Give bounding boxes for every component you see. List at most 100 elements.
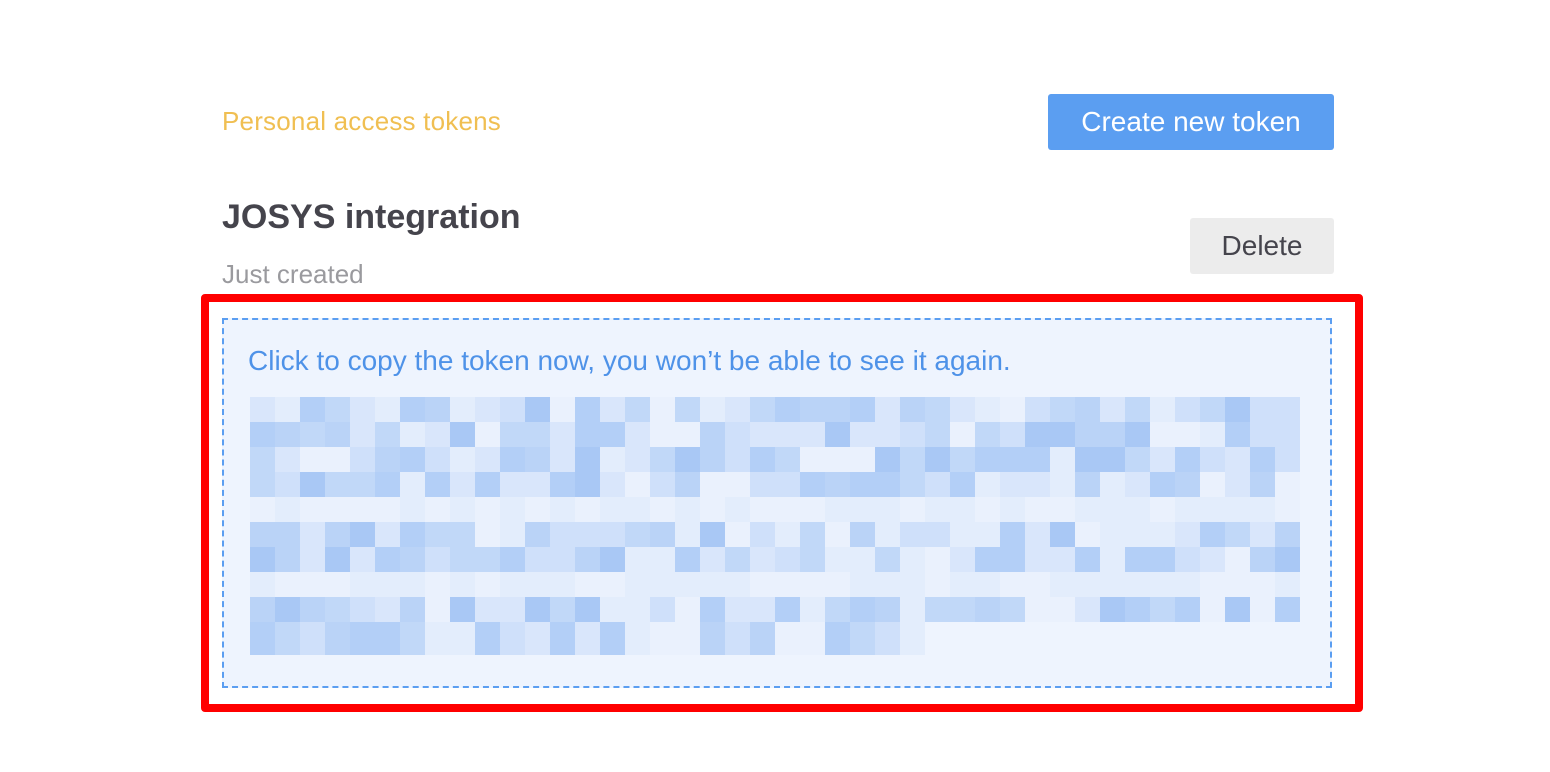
redacted-pixel xyxy=(475,497,500,522)
redacted-pixel xyxy=(1275,497,1300,522)
redacted-pixel xyxy=(1175,497,1200,522)
redacted-pixel xyxy=(350,622,375,655)
redacted-pixel xyxy=(950,497,975,522)
redacted-pixel xyxy=(1125,447,1150,472)
redacted-pixel xyxy=(575,522,600,547)
redacted-pixel xyxy=(425,522,450,547)
redacted-pixel xyxy=(1200,447,1225,472)
redacted-pixel xyxy=(1075,397,1100,422)
redacted-pixel xyxy=(900,447,925,472)
redacted-pixel xyxy=(400,622,425,655)
redacted-pixel xyxy=(825,497,850,522)
redacted-pixel xyxy=(1175,447,1200,472)
redacted-pixel xyxy=(400,472,425,497)
redacted-pixel xyxy=(325,422,350,447)
redacted-pixel xyxy=(850,572,875,597)
redacted-pixel xyxy=(325,447,350,472)
redacted-pixel xyxy=(650,472,675,497)
redacted-pixel xyxy=(375,597,400,622)
redacted-pixel xyxy=(800,572,825,597)
redacted-pixel xyxy=(975,472,1000,497)
redacted-pixel xyxy=(875,397,900,422)
redacted-pixel xyxy=(350,422,375,447)
redacted-pixel xyxy=(1050,397,1075,422)
redacted-pixel xyxy=(625,422,650,447)
redacted-pixel xyxy=(750,447,775,472)
redacted-pixel xyxy=(725,497,750,522)
redacted-pixel xyxy=(850,472,875,497)
redacted-pixel xyxy=(750,422,775,447)
redacted-pixel xyxy=(1200,522,1225,547)
redacted-pixel xyxy=(875,572,900,597)
redacted-pixel xyxy=(1125,397,1150,422)
redacted-pixel xyxy=(350,522,375,547)
redacted-pixel xyxy=(300,547,325,572)
redacted-pixel xyxy=(1175,597,1200,622)
redacted-pixel xyxy=(775,422,800,447)
redacted-pixel xyxy=(1050,422,1075,447)
redacted-pixel xyxy=(250,522,275,547)
redacted-pixel xyxy=(1250,547,1275,572)
redacted-pixel xyxy=(950,522,975,547)
redacted-pixel xyxy=(975,397,1000,422)
redacted-pixel xyxy=(525,397,550,422)
token-value-redacted[interactable] xyxy=(250,397,1300,655)
redacted-pixel xyxy=(625,547,650,572)
redacted-pixel xyxy=(750,597,775,622)
redacted-pixel xyxy=(775,447,800,472)
redacted-pixel xyxy=(300,447,325,472)
redacted-pixel xyxy=(1250,447,1275,472)
redacted-pixel xyxy=(900,522,925,547)
redacted-pixel xyxy=(1250,572,1275,597)
redacted-pixel xyxy=(850,422,875,447)
redacted-pixel xyxy=(1150,597,1175,622)
redacted-pixel xyxy=(425,497,450,522)
redacted-pixel xyxy=(1250,422,1275,447)
redacted-pixel xyxy=(875,547,900,572)
redacted-pixel xyxy=(725,522,750,547)
delete-token-button[interactable]: Delete xyxy=(1190,218,1334,274)
redacted-pixel xyxy=(925,472,950,497)
redacted-pixel xyxy=(850,497,875,522)
redacted-pixel xyxy=(600,447,625,472)
redacted-pixel xyxy=(950,472,975,497)
redacted-pixel xyxy=(1075,547,1100,572)
redacted-pixel xyxy=(575,622,600,655)
redacted-pixel xyxy=(1200,472,1225,497)
redacted-pixel xyxy=(1000,572,1025,597)
redacted-pixel xyxy=(1200,397,1225,422)
redacted-pixel xyxy=(800,422,825,447)
redacted-pixel xyxy=(575,397,600,422)
redacted-pixel xyxy=(975,597,1000,622)
redacted-pixel xyxy=(775,547,800,572)
redacted-pixel xyxy=(525,547,550,572)
redacted-pixel xyxy=(275,397,300,422)
redacted-pixel xyxy=(1275,547,1300,572)
redacted-pixel xyxy=(1150,447,1175,472)
redacted-pixel xyxy=(1025,597,1050,622)
redacted-pixel xyxy=(1275,597,1300,622)
redacted-pixel xyxy=(1000,447,1025,472)
redacted-pixel xyxy=(450,472,475,497)
redacted-pixel xyxy=(475,572,500,597)
redacted-pixel xyxy=(725,622,750,655)
redacted-pixel xyxy=(725,547,750,572)
redacted-pixel xyxy=(375,397,400,422)
redacted-pixel xyxy=(1175,547,1200,572)
redacted-pixel xyxy=(1225,597,1250,622)
redacted-pixel xyxy=(575,447,600,472)
redacted-pixel xyxy=(350,497,375,522)
redacted-pixel xyxy=(525,422,550,447)
create-token-button[interactable]: Create new token xyxy=(1048,94,1334,150)
redacted-pixel xyxy=(425,597,450,622)
redacted-pixel xyxy=(925,522,950,547)
redacted-pixel xyxy=(875,472,900,497)
redacted-pixel xyxy=(500,397,525,422)
redacted-pixel xyxy=(1100,397,1125,422)
redacted-pixel xyxy=(775,522,800,547)
redacted-pixel xyxy=(1025,397,1050,422)
redacted-pixel xyxy=(850,622,875,655)
redacted-pixel xyxy=(300,622,325,655)
redacted-pixel xyxy=(550,497,575,522)
redacted-pixel xyxy=(325,597,350,622)
